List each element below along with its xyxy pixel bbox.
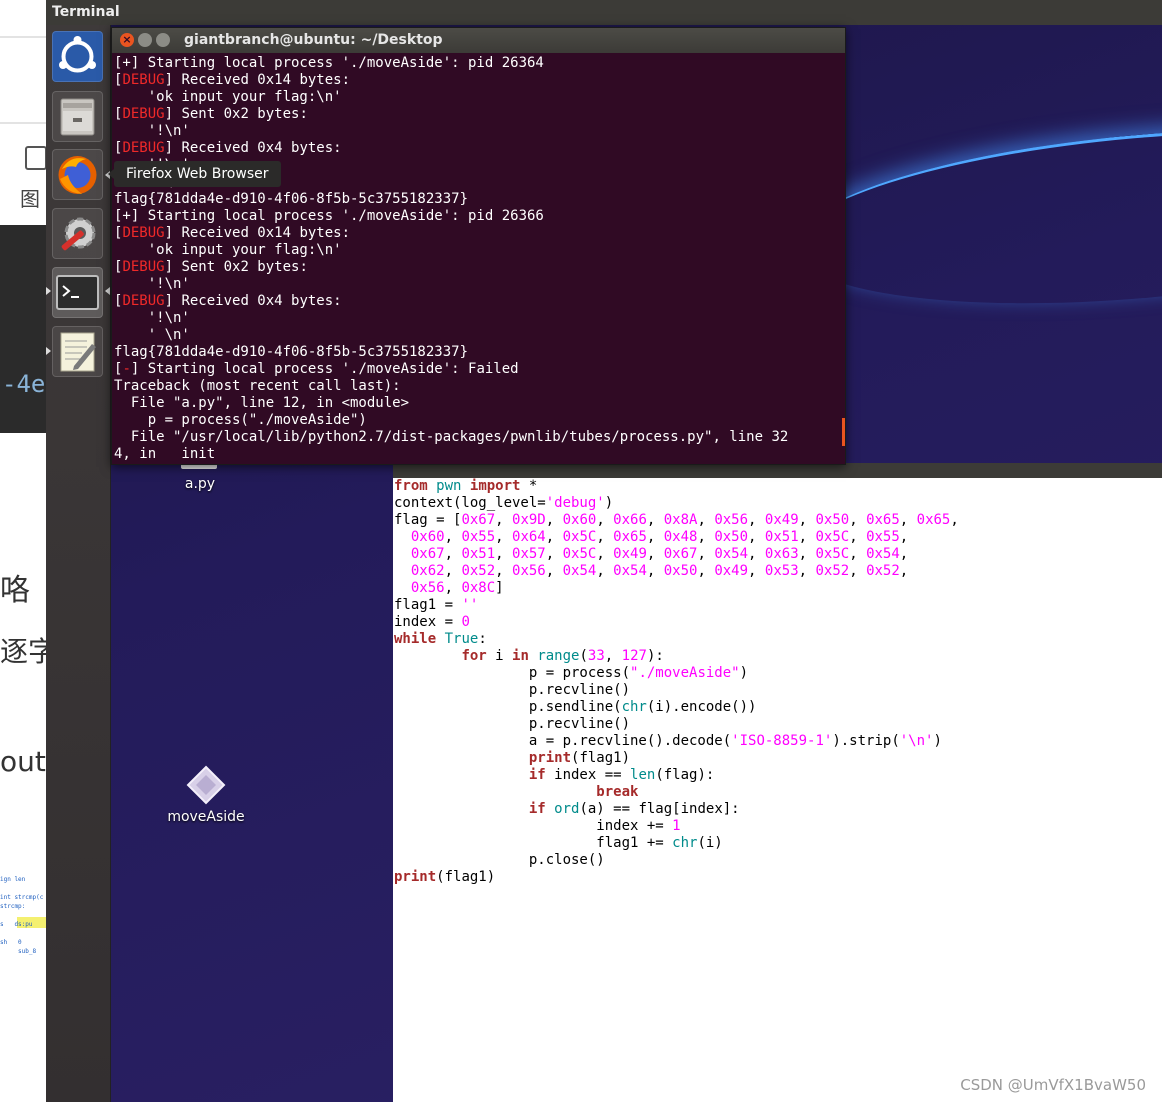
terminal-button[interactable] — [52, 267, 103, 318]
code-line: p.recvline() — [394, 682, 631, 698]
file-cabinet-icon — [60, 98, 95, 136]
code-line: flag1 = '' — [394, 597, 479, 613]
code-line: print(flag1) — [528, 750, 631, 766]
code-line: while True: — [394, 631, 487, 647]
code-line: if ord(a) == flag[index]: — [528, 801, 740, 817]
background-browser-strip: 图 -4e6 咯 逐字 outs ign len int strcmp(c st… — [0, 0, 46, 1102]
minimize-button[interactable] — [138, 33, 152, 47]
partial-text: -4e6 — [2, 370, 46, 398]
terminal-line: File "a.py", line 12, in <module> — [114, 395, 410, 411]
terminal-line: '!\n' — [114, 276, 190, 292]
code-line: if index == len(flag): — [528, 767, 715, 783]
close-button[interactable]: × — [120, 33, 134, 47]
unity-launcher — [46, 25, 111, 1102]
code-line: flag1 += chr(i) — [394, 835, 723, 851]
top-panel: Terminal — [46, 0, 1162, 25]
terminal-line: [DEBUG] Received 0x14 bytes: — [114, 225, 351, 241]
terminal-titlebar[interactable]: × giantbranch@ubuntu: ~/Desktop — [112, 28, 845, 53]
running-indicator — [46, 287, 51, 295]
terminal-line: 'ok input your flag:\n' — [114, 242, 342, 258]
desktop-icon-label[interactable]: a.py — [170, 476, 230, 492]
terminal-line: Traceback (most recent call last): — [114, 378, 401, 394]
terminal-line: [DEBUG] Received 0x14 bytes: — [114, 72, 351, 88]
code-line: p.sendline(chr(i).encode()) — [394, 699, 757, 715]
partial-text: 咯 — [0, 573, 30, 608]
terminal-line: flag{781dda4e-d910-4f06-8f5b-5c375518233… — [114, 191, 469, 207]
terminal-line: [DEBUG] Received 0x4 bytes: — [114, 293, 342, 309]
code-line: p.close() — [394, 852, 605, 868]
image-icon — [25, 146, 46, 170]
launcher-tooltip: Firefox Web Browser — [108, 161, 281, 187]
terminal-line: [DEBUG] Sent 0x2 bytes: — [114, 259, 308, 275]
partial-text: outs — [0, 745, 46, 778]
ubuntu-dash-button[interactable] — [52, 31, 103, 82]
settings-gear-icon — [61, 217, 96, 251]
watermark: CSDN @UmVfX1BvaW50 — [960, 1076, 1146, 1094]
code-line: break — [596, 784, 639, 800]
running-indicator — [46, 347, 51, 355]
code-line: flag = [0x67, 0x9D, 0x60, 0x66, 0x8A, 0x… — [394, 512, 959, 528]
terminal-line: p = process("./moveAside") — [114, 412, 367, 428]
terminal-title: giantbranch@ubuntu: ~/Desktop — [184, 32, 443, 48]
maximize-button[interactable] — [156, 33, 170, 47]
code-line: print(flag1) — [394, 869, 496, 885]
terminal-line: [+] Starting local process './moveAside'… — [114, 55, 544, 71]
terminal-line: [-] Starting local process './moveAside'… — [114, 361, 519, 377]
terminal-line: 'ok input your flag:\n' — [114, 89, 342, 105]
browser-divider — [0, 122, 46, 124]
code-line: 0x56, 0x8C] — [410, 580, 504, 596]
code-text[interactable]: from pwn import * context(log_level='debu… — [393, 478, 1162, 886]
scrollbar-indicator[interactable] — [842, 418, 845, 446]
browser-divider — [0, 36, 46, 38]
ubuntu-logo-icon — [59, 36, 96, 73]
active-indicator — [105, 287, 110, 295]
code-line: context(log_level='debug') — [394, 495, 614, 511]
code-line: p = process("./moveAside") — [394, 665, 749, 681]
terminal-line: [DEBUG] Sent 0x2 bytes: — [114, 106, 308, 122]
terminal-line: flag{781dda4e-d910-4f06-8f5b-5c375518233… — [114, 344, 469, 360]
code-line: index += 1 — [394, 818, 681, 834]
ida-snippet: ign len int strcmp(c strcmp: s ds:pu sh … — [0, 876, 44, 955]
terminal-window[interactable]: × giantbranch@ubuntu: ~/Desktop [+] Star… — [111, 27, 846, 465]
active-app-name: Terminal — [52, 4, 120, 20]
terminal-line: '!\n' — [114, 310, 190, 326]
terminal-line: [+] Starting local process './moveAside'… — [114, 208, 544, 224]
partial-text: 逐字 — [0, 635, 46, 668]
terminal-output[interactable]: [+] Starting local process './moveAside'… — [112, 53, 845, 460]
editor-titlebar — [393, 463, 1162, 478]
executable-icon[interactable] — [186, 765, 226, 805]
code-line: index = 0 — [394, 614, 470, 630]
code-line: for i in range(33, 127): — [461, 648, 664, 664]
files-button[interactable] — [52, 91, 103, 142]
terminal-line: '!\n' — [114, 123, 190, 139]
terminal-line: [DEBUG] Received 0x4 bytes: — [114, 140, 342, 156]
code-line: p.recvline() — [394, 716, 631, 732]
terminal-line: File "/usr/local/lib/python2.7/dist-pack… — [114, 429, 789, 445]
code-line: 0x60, 0x55, 0x64, 0x5C, 0x65, 0x48, 0x50… — [410, 529, 909, 545]
editor-window[interactable]: from pwn import * context(log_level='debu… — [393, 478, 1162, 1102]
system-settings-button[interactable] — [52, 208, 103, 259]
partial-text: 图 — [20, 187, 40, 211]
terminal-line: ' \n' — [114, 327, 190, 343]
desktop-icon-label[interactable]: moveAside — [156, 809, 256, 825]
code-line: from pwn import * — [394, 478, 538, 494]
text-editor-button[interactable] — [52, 326, 103, 377]
terminal-icon — [56, 275, 99, 310]
firefox-icon — [58, 156, 97, 194]
code-line: a = p.recvline().decode('ISO-8859-1').st… — [394, 733, 942, 749]
code-line: 0x62, 0x52, 0x56, 0x54, 0x54, 0x50, 0x49… — [410, 563, 909, 579]
firefox-button[interactable] — [52, 149, 103, 200]
dark-code-panel — [0, 225, 46, 433]
text-editor-icon — [60, 332, 96, 372]
terminal-line: 4, in __init__ — [114, 446, 233, 460]
code-line: 0x67, 0x51, 0x57, 0x5C, 0x49, 0x67, 0x54… — [410, 546, 909, 562]
